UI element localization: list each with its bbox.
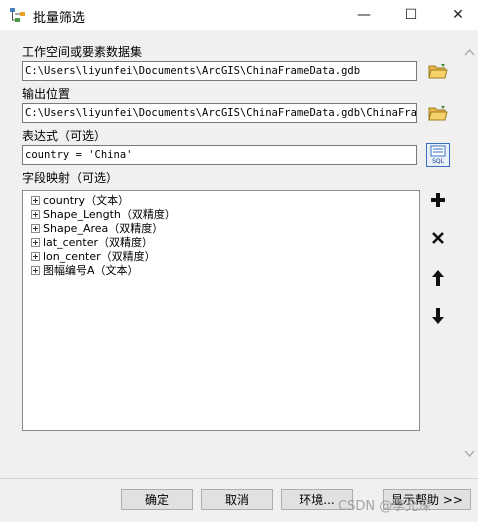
- workspace-input[interactable]: C:\Users\liyunfei\Documents\ArcGIS\China…: [22, 61, 417, 81]
- sql-icon: SQL: [430, 145, 446, 165]
- scroll-down-icon[interactable]: [464, 448, 475, 459]
- move-up-button[interactable]: [426, 266, 450, 290]
- close-button[interactable]: ✕: [435, 0, 478, 30]
- arrow-down-icon: [432, 308, 444, 324]
- ok-button[interactable]: 确定: [121, 489, 193, 510]
- minimize-button[interactable]: —: [341, 0, 387, 30]
- maximize-button[interactable]: ☐: [388, 0, 434, 30]
- expression-label: 表达式（可选）: [22, 129, 107, 143]
- dialog-footer: 确定 取消 环境... 显示帮助 >> CSDN @李允深: [0, 478, 478, 522]
- title-bar: 批量筛选 — ☐ ✕: [0, 0, 478, 30]
- expand-icon[interactable]: [31, 195, 40, 205]
- list-item[interactable]: country（文本）: [31, 193, 129, 207]
- output-input[interactable]: C:\Users\liyunfei\Documents\ArcGIS\China…: [22, 103, 417, 123]
- workspace-label: 工作空间或要素数据集: [22, 45, 143, 59]
- folder-icon: [428, 106, 448, 121]
- cancel-button[interactable]: 取消: [201, 489, 273, 510]
- arrow-up-icon: [432, 270, 444, 286]
- vertical-scrollbar[interactable]: [461, 30, 478, 478]
- scroll-up-icon[interactable]: [464, 47, 475, 58]
- list-item[interactable]: 图幅编号A（文本）: [31, 263, 139, 277]
- app-icon: [9, 6, 27, 24]
- expand-icon[interactable]: [31, 223, 40, 233]
- move-down-button[interactable]: [426, 304, 450, 328]
- list-item[interactable]: lon_center（双精度）: [31, 249, 156, 263]
- output-label: 输出位置: [22, 87, 71, 101]
- folder-icon: [428, 64, 448, 79]
- delete-field-button[interactable]: [426, 226, 450, 250]
- window-title: 批量筛选: [33, 11, 86, 26]
- expression-input[interactable]: country = 'China': [22, 145, 417, 165]
- delete-icon: [432, 232, 444, 244]
- workspace-browse-button[interactable]: [426, 59, 450, 83]
- list-item[interactable]: lat_center（双精度）: [31, 235, 153, 249]
- output-browse-button[interactable]: [426, 101, 450, 125]
- field-label: 图幅编号A（文本）: [43, 264, 139, 277]
- sql-builder-button[interactable]: SQL: [426, 143, 450, 167]
- list-item[interactable]: Shape_Area（双精度）: [31, 221, 163, 235]
- expand-icon[interactable]: [31, 237, 40, 247]
- expand-icon[interactable]: [31, 265, 40, 275]
- watermark: CSDN @李允深: [338, 499, 432, 514]
- field-mapping-label: 字段映射（可选）: [22, 171, 119, 185]
- expand-icon[interactable]: [31, 251, 40, 261]
- tool-dialog-body: 工作空间或要素数据集 C:\Users\liyunfei\Documents\A…: [0, 30, 478, 478]
- sql-icon-label: SQL: [432, 158, 445, 165]
- expand-icon[interactable]: [31, 209, 40, 219]
- field-mapping-list[interactable]: country（文本） Shape_Length（双精度） Shape_Area…: [22, 190, 420, 431]
- plus-icon: [431, 193, 445, 207]
- add-field-button[interactable]: [426, 188, 450, 212]
- list-item[interactable]: Shape_Length（双精度）: [31, 207, 176, 221]
